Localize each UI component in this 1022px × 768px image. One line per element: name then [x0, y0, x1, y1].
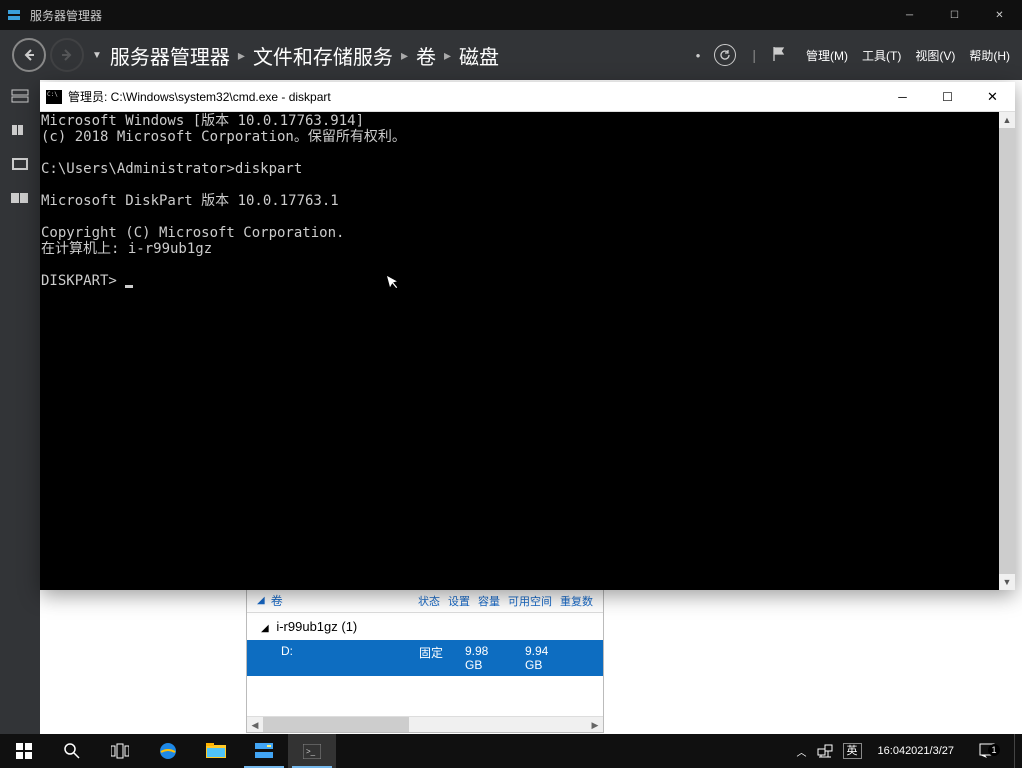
- sm-title-text: 服务器管理器: [28, 7, 887, 24]
- nav-forward-button[interactable]: [50, 38, 84, 72]
- show-desktop-button[interactable]: [1014, 734, 1020, 768]
- breadcrumb-item[interactable]: 服务器管理器: [110, 41, 230, 70]
- tray-clock[interactable]: 16:04 2021/3/27: [872, 745, 960, 758]
- breadcrumb-item[interactable]: 磁盘: [459, 41, 499, 70]
- tray-expand-icon[interactable]: ︿: [797, 744, 807, 759]
- taskbar-cmd-icon[interactable]: >_: [288, 734, 336, 768]
- col-setting[interactable]: 设置: [448, 593, 470, 609]
- cmd-v-scrollbar[interactable]: ▲ ▼: [999, 112, 1015, 590]
- volumes-header[interactable]: ◢ 卷 状态 设置 容量 可用空间 重复数: [247, 589, 603, 613]
- nav-back-button[interactable]: [12, 38, 46, 72]
- sidebar-pools-icon[interactable]: [8, 188, 32, 208]
- volumes-panel: ◢ 卷 状态 设置 容量 可用空间 重复数 ◢ i-r99ub1gz (1) D…: [246, 588, 604, 733]
- tray-network-icon[interactable]: [817, 743, 833, 759]
- breadcrumb-item[interactable]: 卷: [416, 41, 436, 70]
- scroll-down-icon[interactable]: ▼: [999, 574, 1015, 590]
- scroll-thumb[interactable]: [999, 128, 1015, 574]
- separator: |: [752, 47, 756, 63]
- cmd-maximize-button[interactable]: ☐: [925, 82, 970, 112]
- cmd-icon: [46, 90, 62, 104]
- col-status[interactable]: 状态: [418, 593, 440, 609]
- sm-titlebar[interactable]: 服务器管理器 ─ ☐ ✕: [0, 0, 1022, 30]
- scroll-right-icon[interactable]: ▶: [587, 717, 603, 732]
- chevron-right-icon: ▸: [238, 47, 245, 64]
- volumes-title: 卷: [271, 592, 410, 609]
- expand-icon[interactable]: ◢: [257, 595, 265, 606]
- svg-text:>_: >_: [306, 747, 316, 756]
- row-setting: 固定: [411, 644, 457, 672]
- chevron-right-icon: ▸: [444, 47, 451, 64]
- cmd-titlebar[interactable]: 管理员: C:\Windows\system32\cmd.exe - diskp…: [40, 82, 1015, 112]
- clock-time: 16:04: [878, 745, 906, 758]
- server-manager-icon: [6, 7, 22, 23]
- cmd-close-button[interactable]: ✕: [970, 82, 1015, 112]
- group-collapse-icon[interactable]: ◢: [261, 623, 269, 634]
- chevron-right-icon: ▸: [401, 47, 408, 64]
- menu-help[interactable]: 帮助(H): [969, 47, 1010, 64]
- col-dedup[interactable]: 重复数: [560, 593, 593, 609]
- cmd-minimize-button[interactable]: ─: [880, 82, 925, 112]
- volume-row-selected[interactable]: D: 固定 9.98 GB 9.94 GB: [247, 640, 603, 676]
- cmd-body[interactable]: Microsoft Windows [版本 10.0.17763.914] (c…: [40, 112, 1015, 590]
- menu-tools[interactable]: 工具(T): [862, 47, 901, 64]
- cmd-output[interactable]: Microsoft Windows [版本 10.0.17763.914] (c…: [41, 113, 999, 590]
- taskbar-server-manager-icon[interactable]: [240, 734, 288, 768]
- search-button[interactable]: [48, 734, 96, 768]
- refresh-button[interactable]: [714, 44, 736, 66]
- menu-dash-icon: •: [696, 48, 701, 63]
- sidebar-volumes-icon[interactable]: [8, 120, 32, 140]
- sidebar-disks-icon[interactable]: [8, 154, 32, 174]
- sidebar: [0, 80, 40, 734]
- task-view-button[interactable]: [96, 734, 144, 768]
- breadcrumb-item[interactable]: 文件和存储服务: [253, 41, 393, 70]
- clock-date: 2021/3/27: [905, 745, 954, 758]
- row-free: 9.94 GB: [517, 644, 577, 672]
- start-button[interactable]: [0, 734, 48, 768]
- menu-view[interactable]: 视图(V): [915, 47, 955, 64]
- nav-history-dropdown[interactable]: ▼: [92, 50, 102, 61]
- tray-ime[interactable]: 英: [843, 743, 862, 759]
- notif-badge: 1: [988, 744, 1000, 756]
- group-label: i-r99ub1gz (1): [276, 619, 357, 634]
- sm-maximize-button[interactable]: ☐: [932, 0, 977, 30]
- sidebar-servers-icon[interactable]: [8, 86, 32, 106]
- sm-menu: • | 管理(M) 工具(T) 视图(V) 帮助(H): [696, 44, 1010, 66]
- scroll-left-icon[interactable]: ◀: [247, 717, 263, 732]
- spacer: [247, 676, 603, 716]
- menu-manage[interactable]: 管理(M): [806, 47, 848, 64]
- col-free[interactable]: 可用空间: [508, 593, 552, 609]
- row-status: [387, 644, 411, 672]
- h-scrollbar[interactable]: ◀ ▶: [247, 716, 603, 732]
- flag-icon[interactable]: [772, 46, 786, 65]
- scroll-thumb[interactable]: [263, 717, 409, 732]
- row-drive: D:: [257, 644, 387, 672]
- tray-notifications-icon[interactable]: 1: [970, 742, 1004, 760]
- taskbar-ie-icon[interactable]: [144, 734, 192, 768]
- sm-minimize-button[interactable]: ─: [887, 0, 932, 30]
- sm-close-button[interactable]: ✕: [977, 0, 1022, 30]
- taskbar-spacer: [336, 734, 795, 768]
- taskbar-explorer-icon[interactable]: [192, 734, 240, 768]
- col-capacity[interactable]: 容量: [478, 593, 500, 609]
- taskbar: >_ ︿ 英 16:04 2021/3/27 1: [0, 734, 1022, 768]
- row-capacity: 9.98 GB: [457, 644, 517, 672]
- cmd-title-text: 管理员: C:\Windows\system32\cmd.exe - diskp…: [68, 88, 880, 105]
- cmd-window: 管理员: C:\Windows\system32\cmd.exe - diskp…: [40, 82, 1015, 590]
- breadcrumb[interactable]: 服务器管理器 ▸ 文件和存储服务 ▸ 卷 ▸ 磁盘: [110, 41, 696, 70]
- sm-header: ▼ 服务器管理器 ▸ 文件和存储服务 ▸ 卷 ▸ 磁盘 • | 管理(M) 工具…: [0, 30, 1022, 80]
- volume-group[interactable]: ◢ i-r99ub1gz (1): [247, 613, 603, 640]
- scroll-up-icon[interactable]: ▲: [999, 112, 1015, 128]
